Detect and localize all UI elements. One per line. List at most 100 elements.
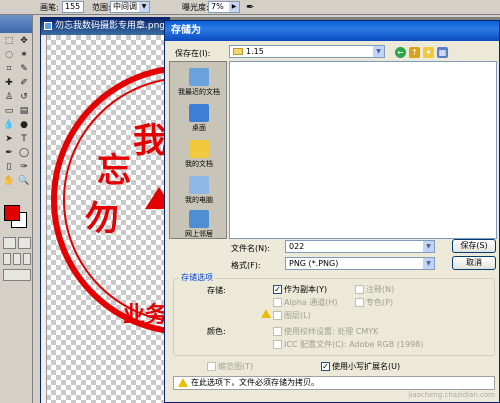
filename-input[interactable]: 022 ▼ — [285, 240, 435, 253]
slice-tool-icon[interactable]: ✎ — [17, 63, 31, 76]
hand-tool-icon[interactable]: ✋ — [2, 175, 16, 188]
gradient-tool-icon[interactable]: ▤ — [17, 105, 31, 118]
up-folder-icon[interactable]: ↑ — [409, 47, 420, 58]
layers-checkbox[interactable] — [273, 311, 282, 320]
exposure-label: 曝光度: — [182, 3, 209, 12]
format-label: 格式(F): — [231, 261, 261, 270]
annotations-checkbox[interactable] — [355, 285, 364, 294]
jump-to-imageready-button[interactable] — [3, 269, 31, 281]
view-menu-icon[interactable]: ▦ — [437, 47, 448, 58]
foreground-color-swatch[interactable] — [4, 205, 20, 221]
seal-bottom-text: 业务 — [123, 302, 168, 328]
back-icon[interactable]: ← — [395, 47, 406, 58]
screen-mode-buttons — [3, 253, 31, 265]
file-list[interactable] — [229, 61, 497, 239]
magic-wand-tool-icon[interactable]: ✶ — [17, 49, 31, 62]
place-my-documents[interactable]: 我的文档 — [170, 140, 228, 169]
airbrush-icon[interactable]: ✒ — [246, 2, 254, 13]
cancel-button[interactable]: 取消 — [452, 256, 496, 270]
crop-tool-icon[interactable]: ⌗ — [2, 63, 16, 76]
filename-value: 022 — [289, 242, 305, 251]
place-desktop-label: 桌面 — [192, 124, 206, 132]
blur-tool-icon[interactable]: 💧 — [2, 119, 16, 132]
healing-tool-icon[interactable]: ✚ — [2, 77, 16, 90]
use-proof-checkbox[interactable] — [273, 327, 282, 336]
exposure-field[interactable]: 7% ▶ — [208, 1, 240, 13]
thumbnail-checkbox[interactable] — [207, 362, 216, 371]
alpha-label: Alpha 通道(H) — [284, 298, 338, 307]
spot-option[interactable]: 专色(P) — [355, 297, 393, 308]
range-dropdown[interactable]: 中间调 ▼ — [110, 1, 150, 13]
save-in-label: 保存在(I): — [175, 49, 211, 58]
lasso-tool-icon[interactable]: ◌ — [2, 49, 16, 62]
spot-checkbox[interactable] — [355, 298, 364, 307]
screen-mode-2-button[interactable] — [13, 253, 21, 265]
history-brush-tool-icon[interactable]: ↺ — [17, 91, 31, 104]
place-my-computer-label: 我的电脑 — [185, 196, 213, 204]
use-proof-label: 使用校样设置: 处理 CMYK — [284, 327, 379, 336]
watermark: jiaocheng.chazidian.com — [408, 391, 495, 399]
brush-size-field[interactable]: 155 — [62, 1, 84, 13]
format-value: PNG (*.PNG) — [289, 259, 339, 268]
warning-icon — [261, 309, 271, 318]
annotations-label: 注释(N) — [366, 285, 395, 294]
quick-mask-button[interactable] — [18, 237, 31, 249]
folder-icon — [233, 48, 243, 55]
quick-mask-buttons — [3, 237, 31, 249]
layers-option[interactable]: 图层(L) — [273, 310, 311, 321]
warning-icon — [178, 378, 188, 387]
shape-tool-icon[interactable]: ◯ — [17, 147, 31, 160]
annotations-option[interactable]: 注释(N) — [355, 284, 394, 295]
icc-option[interactable]: ICC 配置文件(C): Adobe RGB (1998) — [273, 339, 423, 350]
path-select-tool-icon[interactable]: ➤ — [2, 133, 16, 146]
dodge-tool-icon[interactable]: ● — [17, 119, 31, 132]
my-documents-icon — [189, 140, 209, 158]
zoom-tool-icon[interactable]: 🔍 — [17, 175, 31, 188]
place-my-documents-label: 我的文档 — [185, 160, 213, 168]
color-label: 颜色: — [207, 327, 226, 336]
use-proof-option[interactable]: 使用校样设置: 处理 CMYK — [273, 326, 378, 337]
place-network[interactable]: 网上邻居 — [170, 210, 228, 239]
document-titlebar[interactable]: 勿忘我数码摄影专用章.png — [41, 18, 169, 35]
place-recent-label: 我最近的文档 — [178, 88, 220, 96]
stamp-tool-icon[interactable]: ♙ — [2, 91, 16, 104]
save-options-title: 存储选项 — [179, 272, 215, 283]
chevron-down-icon: ▼ — [423, 241, 434, 252]
lowercase-ext-checkbox[interactable]: ✓ — [321, 362, 330, 371]
options-bar: 画笔: 155 范围: 中间调 ▼ 曝光度: 7% ▶ ✒ — [0, 0, 500, 15]
alpha-checkbox[interactable] — [273, 298, 282, 307]
storage-label: 存储: — [207, 286, 226, 295]
as-copy-checkbox[interactable]: ✓ — [273, 285, 282, 294]
icc-checkbox[interactable] — [273, 340, 282, 349]
marquee-tool-icon[interactable]: ⬚ — [2, 35, 16, 48]
place-desktop[interactable]: 桌面 — [170, 104, 228, 133]
move-tool-icon[interactable]: ✥ — [17, 35, 31, 48]
lowercase-ext-option[interactable]: ✓ 使用小写扩展名(U) — [321, 361, 400, 372]
save-in-dropdown[interactable]: 1.15 ▼ — [229, 45, 385, 58]
thumbnail-option[interactable]: 缩览图(T) — [207, 361, 253, 372]
standard-mode-button[interactable] — [3, 237, 16, 249]
screen-mode-1-button[interactable] — [3, 253, 11, 265]
chevron-down-icon: ▼ — [373, 46, 384, 57]
place-my-computer[interactable]: 我的电脑 — [170, 176, 228, 205]
dialog-title: 存储为 — [165, 21, 499, 41]
new-folder-icon[interactable]: ✶ — [423, 47, 434, 58]
lowercase-ext-label: 使用小写扩展名(U) — [332, 362, 401, 371]
as-copy-option[interactable]: ✓ 作为副本(Y) — [273, 284, 327, 295]
place-recent[interactable]: 我最近的文档 — [170, 68, 228, 97]
save-button[interactable]: 保存(S) — [452, 239, 496, 253]
brush-tool-icon[interactable]: ✐ — [17, 77, 31, 90]
notes-tool-icon[interactable]: ▯ — [2, 161, 16, 174]
screen-mode-3-button[interactable] — [23, 253, 31, 265]
document-icon — [44, 22, 52, 30]
format-dropdown[interactable]: PNG (*.PNG) ▼ — [285, 257, 435, 270]
save-in-value: 1.15 — [246, 47, 264, 56]
alpha-option[interactable]: Alpha 通道(H) — [273, 297, 338, 308]
pen-tool-icon[interactable]: ✒ — [2, 147, 16, 160]
eyedropper-tool-icon[interactable]: ✑ — [17, 161, 31, 174]
eraser-tool-icon[interactable]: ▭ — [2, 105, 16, 118]
type-tool-icon[interactable]: T — [17, 133, 31, 146]
place-network-label: 网上邻居 — [185, 230, 213, 238]
canvas[interactable]: 勿 忘 我 业务 — [41, 35, 169, 403]
recent-docs-icon — [189, 68, 209, 86]
